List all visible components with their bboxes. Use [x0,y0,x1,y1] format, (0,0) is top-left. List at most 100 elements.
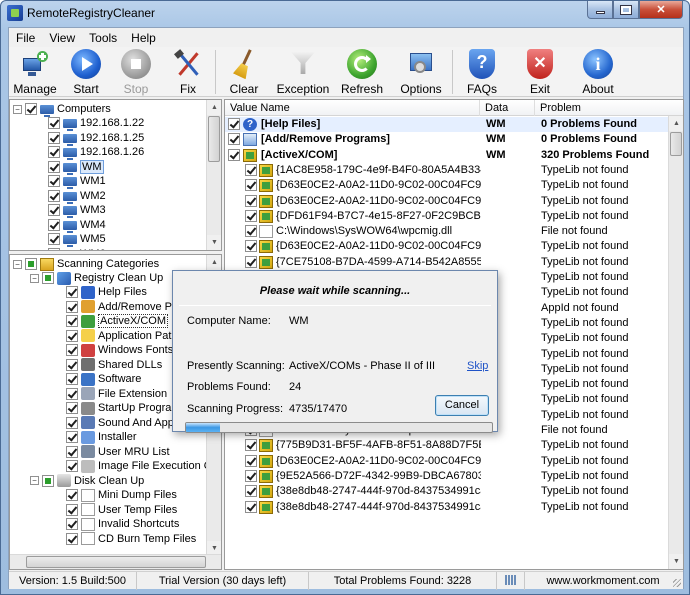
tree-node-computer[interactable]: 192.168.1.22 [48,116,144,131]
column-data[interactable]: Data [480,100,535,116]
collapse-icon[interactable]: − [13,259,22,269]
checkbox[interactable] [245,209,257,222]
tree-node-disk-item[interactable]: User Temp Files [66,503,177,517]
checkbox[interactable] [66,373,78,385]
tree-node-computer[interactable]: WM5 [48,232,106,247]
tree-node-registry-item[interactable]: Software [66,372,141,386]
resize-grip-icon[interactable] [673,579,681,587]
table-row[interactable]: {1AC8E958-179C-4e9f-B4F0-80A5A4B33486} Ty… [225,163,670,178]
stop-button[interactable]: Stop [111,47,161,97]
scroll-up-icon[interactable]: ▲ [207,100,221,115]
checkbox[interactable] [245,439,257,452]
title-bar[interactable]: RemoteRegistryCleaner ✕ [1,1,689,25]
status-website[interactable]: www.workmoment.com [525,572,681,590]
checkbox[interactable] [48,247,60,250]
checkbox[interactable] [245,163,257,176]
checkbox[interactable] [66,358,78,371]
exit-button[interactable]: ✕ Exit [511,47,569,97]
tree-node-computer[interactable]: WM [48,159,104,175]
menu-view[interactable]: View [42,28,82,47]
horizontal-scrollbar[interactable] [10,554,221,569]
minimize-button[interactable] [587,1,613,19]
checkbox[interactable] [66,387,78,400]
checkbox[interactable] [66,329,78,342]
checkbox[interactable] [48,218,60,231]
computers-tree[interactable]: − Computers 192.168.1.22 192.168.1.25 192.… [9,99,222,251]
tree-node-computer[interactable]: 192.168.1.26 [48,145,144,160]
fix-button[interactable]: Fix [161,47,215,97]
column-value-name[interactable]: Value Name [225,100,480,116]
checkbox[interactable] [228,148,240,161]
checkbox[interactable] [245,179,257,192]
group-row[interactable]: [Add/Remove Programs] WM 0 Problems Found [225,132,670,147]
vertical-scrollbar[interactable]: ▲ ▼ [206,100,221,250]
tree-node-disk-clean-up[interactable]: − Disk Clean Up [30,474,144,488]
checkbox[interactable] [245,500,257,513]
checkbox[interactable] [48,189,60,202]
tree-node-computer[interactable]: 192.168.1.25 [48,131,144,146]
group-row[interactable]: ? [Help Files] WM 0 Problems Found [225,117,670,132]
tree-node-computer[interactable]: WM3 [48,203,106,218]
about-button[interactable]: i About [569,47,627,97]
table-row[interactable]: {D63E0CE2-A0A2-11D0-9C02-00C04FC99C8E} Ty… [225,178,670,193]
collapse-icon[interactable]: − [30,476,39,485]
checkbox[interactable] [48,233,60,245]
menu-help[interactable]: Help [124,28,163,47]
collapse-icon[interactable]: − [13,104,22,114]
checkbox[interactable] [42,272,54,284]
checkbox[interactable] [66,286,78,298]
checkbox[interactable] [245,469,257,482]
table-row[interactable]: {D63E0CE2-A0A2-11D0-9C02-00C04FC99C8E} Ty… [225,239,670,254]
table-row[interactable]: {D63E0CE2-A0A2-11D0-9C02-00C04FC99C8E} Ty… [225,454,670,469]
tree-node-disk-item[interactable]: Mini Dump Files [66,488,177,502]
checkbox[interactable] [228,133,240,146]
checkbox[interactable] [48,146,60,158]
tree-node-computer[interactable]: WM4 [48,218,106,233]
checkbox[interactable] [48,204,60,216]
tree-node-registry-item[interactable]: Shared DLLs [66,358,162,372]
tree-node-registry-item[interactable]: Add/Remove Pro [66,300,182,314]
table-row[interactable]: {9E52A566-D72F-4342-99B9-DBCA6780385F} Ty… [225,469,670,484]
tree-node-registry-item[interactable]: ActiveX/COM [66,314,169,328]
checkbox[interactable] [25,103,37,115]
close-button[interactable]: ✕ [639,1,683,19]
cancel-button[interactable]: Cancel [435,395,489,416]
checkbox[interactable] [66,344,78,356]
checkbox[interactable] [66,503,78,516]
checkbox[interactable] [66,445,78,458]
tree-node-computer[interactable]: WM6 [48,247,106,250]
skip-link[interactable]: Skip [467,360,488,372]
checkbox[interactable] [48,131,60,144]
checkbox[interactable] [48,175,60,187]
checkbox[interactable] [48,117,60,129]
vertical-scrollbar[interactable]: ▲ ▼ [668,116,683,569]
checkbox[interactable] [245,454,257,467]
checkbox[interactable] [42,474,54,487]
tree-node-registry-clean-up[interactable]: − Registry Clean Up [30,271,163,285]
checkbox[interactable] [66,300,78,313]
checkbox[interactable] [66,315,78,327]
checkbox[interactable] [245,255,257,268]
scroll-up-icon[interactable]: ▲ [207,255,221,270]
table-row[interactable]: {38e8db48-2747-444f-970d-8437534991ca} Ty… [225,500,670,515]
checkbox[interactable] [48,160,60,173]
checkbox[interactable] [66,402,78,414]
clear-button[interactable]: Clear [216,47,272,97]
menu-file[interactable]: File [9,28,42,47]
tree-node-registry-item[interactable]: File Extension [66,387,167,401]
group-row[interactable]: [ActiveX/COM] WM 320 Problems Found [225,148,670,163]
tree-node-registry-item[interactable]: Windows Fonts [66,343,173,357]
manage-button[interactable]: Manage [9,47,61,97]
tree-node-disk-item[interactable]: Invalid Shortcuts [66,517,179,531]
table-row[interactable]: {775B9D31-BF5F-4AFB-8F51-8A88D7F5E3FF} Ty… [225,438,670,453]
scrollbar-thumb[interactable] [208,116,220,162]
table-row[interactable]: {DFD61F94-B7C7-4e15-8F27-0F2C9BCB420C} Ty… [225,209,670,224]
tree-node-computer[interactable]: WM2 [48,189,106,204]
maximize-button[interactable] [613,1,639,19]
scrollbar-thumb[interactable] [670,132,682,156]
tree-node-registry-item[interactable]: Installer [66,430,137,444]
checkbox[interactable] [245,240,257,253]
column-problem[interactable]: Problem [535,100,683,116]
scroll-down-icon[interactable]: ▼ [669,554,683,569]
checkbox[interactable] [66,416,78,429]
